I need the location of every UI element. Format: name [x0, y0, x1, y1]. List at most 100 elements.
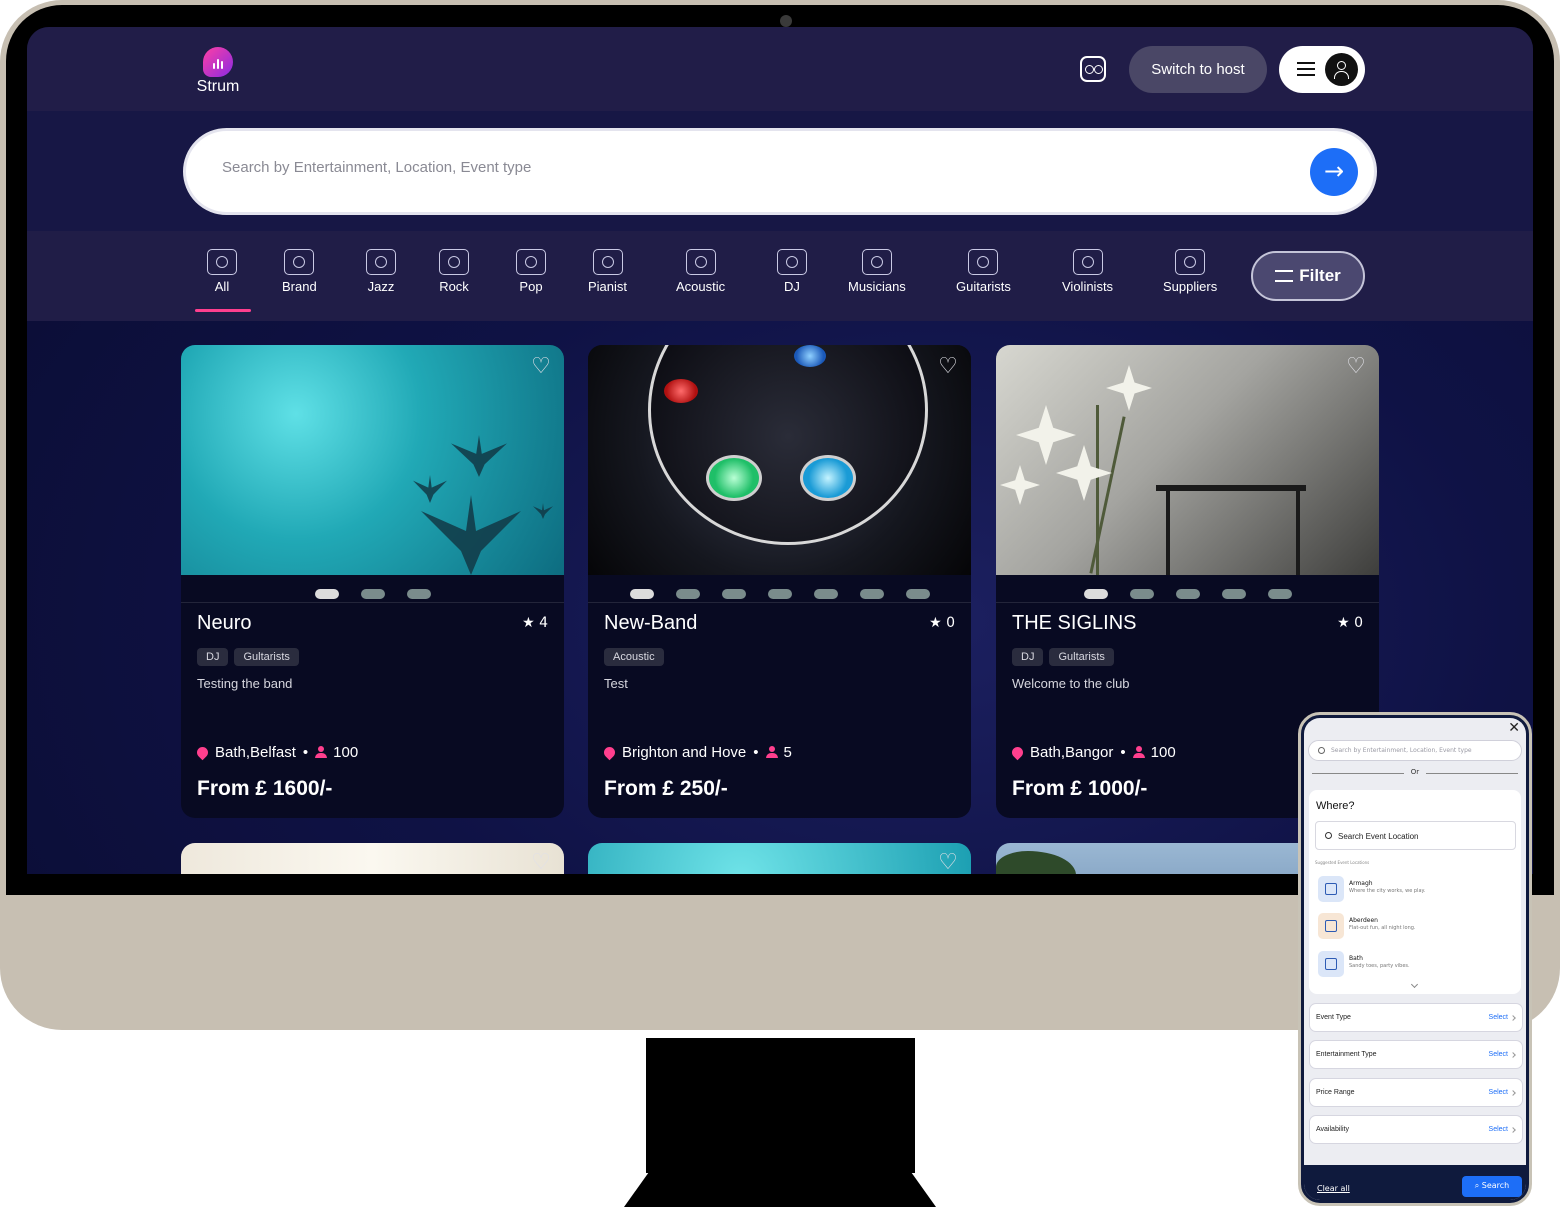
listing-image [996, 345, 1379, 575]
listing-card-partial[interactable]: ♡ [588, 843, 971, 874]
favorite-heart-icon[interactable]: ♡ [530, 356, 552, 378]
search-icon: ⌕ [1474, 1181, 1480, 1190]
favorite-heart-icon[interactable]: ♡ [530, 852, 552, 874]
category-rock[interactable]: Rock [439, 249, 469, 294]
person-icon [765, 746, 778, 758]
listing-title: THE SIGLINS [1012, 612, 1137, 634]
microphone-icon [516, 249, 546, 275]
logo-text: Strum [196, 78, 240, 95]
device-mockup: Strum Switch to host → All Brand Jazz Ro… [0, 0, 1560, 1207]
listing-description: Testing the band [197, 676, 293, 691]
category-all[interactable]: All [207, 249, 237, 294]
star-icon: ★ [1337, 615, 1350, 631]
mobile-search-input[interactable]: Search by Entertainment, Location, Event… [1308, 740, 1522, 761]
listing-title: Neuro [197, 612, 252, 634]
suggestion-item[interactable]: Aberdeen Flat-out fun, all night long. [1318, 913, 1508, 943]
monitor-stand-foot [624, 1172, 936, 1207]
band-icon [861, 249, 892, 275]
violin-icon [1072, 249, 1103, 275]
where-panel: Where? Search Event Location Suggested E… [1309, 790, 1521, 994]
tag: DJ [197, 648, 229, 666]
top-navigation: Strum Switch to host [27, 27, 1533, 111]
arrow-right-icon: → [1323, 157, 1345, 185]
location-pin-icon [601, 744, 618, 761]
favorite-heart-icon[interactable]: ♡ [1345, 356, 1367, 378]
price-range-row[interactable]: Price Range Select [1309, 1078, 1523, 1107]
category-pop[interactable]: Pop [516, 249, 546, 294]
image-carousel-dots [996, 575, 1379, 603]
listing-card-partial[interactable]: ♡ [181, 843, 564, 874]
saxophone-icon [366, 249, 396, 275]
guitarist-icon [968, 249, 999, 275]
mobile-footer: Clear all ⌕ Search [1304, 1165, 1526, 1200]
switch-to-host-button[interactable]: Switch to host [1129, 46, 1267, 93]
category-suppliers[interactable]: Suppliers [1163, 249, 1217, 294]
availability-row[interactable]: Availability Select [1309, 1115, 1523, 1144]
electric-guitar-icon [439, 249, 469, 275]
event-type-row[interactable]: Event Type Select [1309, 1003, 1523, 1032]
filter-button[interactable]: Filter [1251, 251, 1365, 301]
mobile-screen: ✕ Search by Entertainment, Location, Eve… [1304, 718, 1526, 1200]
tag: Gultarists [234, 648, 299, 666]
category-brand[interactable]: Brand [282, 249, 317, 294]
listing-card-neuro[interactable]: ♡ Neuro ★ 4 DJ Gultarists Testing the ban… [181, 345, 564, 818]
favorite-heart-icon[interactable]: ♡ [937, 852, 959, 874]
listing-meta: Bath,Bangor • 100 [1009, 744, 1176, 761]
chevron-down-icon[interactable] [1410, 980, 1419, 989]
category-musicians[interactable]: Musicians [848, 249, 906, 294]
preferences-icon[interactable] [1080, 56, 1106, 82]
active-category-indicator [195, 309, 251, 312]
entertainment-type-row[interactable]: Entertainment Type Select [1309, 1040, 1523, 1069]
filter-icon [1275, 270, 1294, 282]
piano-icon [592, 249, 623, 275]
speaker-icon [685, 249, 716, 275]
music-sheet-icon [207, 249, 237, 275]
chart-icon [1318, 876, 1344, 902]
event-location-input[interactable]: Search Event Location [1315, 821, 1516, 850]
category-dj[interactable]: DJ [777, 249, 807, 294]
listing-rating: ★ 4 [522, 615, 548, 631]
listing-card-new-band[interactable]: ♡ New-Band ★ 0 Acoustic Test Brighton an… [588, 345, 971, 818]
listing-rating: ★ 0 [929, 615, 955, 631]
star-icon: ★ [522, 615, 535, 631]
clear-all-link[interactable]: Clear all [1317, 1184, 1350, 1193]
building-icon [1318, 913, 1344, 939]
mobile-search-button[interactable]: ⌕ Search [1462, 1176, 1522, 1197]
favorite-heart-icon[interactable]: ♡ [937, 356, 959, 378]
listing-price: From £ 1000/- [1012, 777, 1148, 800]
logo-icon [203, 47, 233, 77]
location-pin-icon [1009, 744, 1026, 761]
listing-image [588, 345, 971, 575]
main-search-bar: → [183, 128, 1377, 215]
category-jazz[interactable]: Jazz [366, 249, 396, 294]
main-search-input[interactable] [222, 159, 1262, 176]
mobile-filter-preview: ✕ Search by Entertainment, Location, Eve… [1298, 712, 1532, 1206]
monitor-stand-neck [646, 1038, 915, 1173]
close-icon[interactable]: ✕ [1508, 720, 1520, 736]
listing-meta: Brighton and Hove • 5 [601, 744, 792, 761]
category-violinists[interactable]: Violinists [1062, 249, 1113, 294]
listing-description: Test [604, 676, 628, 691]
person-icon [315, 746, 328, 758]
category-pianist[interactable]: Pianist [588, 249, 627, 294]
listing-rating: ★ 0 [1337, 615, 1363, 631]
listing-image [181, 345, 564, 575]
tag: Acoustic [604, 648, 664, 666]
category-guitarists[interactable]: Guitarists [956, 249, 1011, 294]
suggestion-item[interactable]: Bath Sandy toes, party vibes. [1318, 951, 1508, 981]
listing-price: From £ 250/- [604, 777, 728, 800]
suggestion-item[interactable]: Armagh Where the city works, we play. [1318, 876, 1508, 906]
avatar-icon [1325, 53, 1358, 86]
search-section: → [27, 111, 1533, 231]
search-submit-button[interactable]: → [1310, 148, 1358, 196]
supplier-cart-icon [1175, 249, 1206, 275]
listing-description: Welcome to the club [1012, 676, 1130, 691]
user-menu-button[interactable] [1279, 46, 1365, 93]
strum-logo[interactable]: Strum [193, 47, 243, 96]
category-acoustic[interactable]: Acoustic [676, 249, 725, 294]
tag: DJ [1012, 648, 1044, 666]
menu-icon [1297, 62, 1315, 76]
suggested-label: Suggested Event Locations [1315, 860, 1370, 865]
category-bar: All Brand Jazz Rock Pop Pianist Acoustic… [27, 231, 1533, 321]
dj-deck-icon [777, 249, 807, 275]
